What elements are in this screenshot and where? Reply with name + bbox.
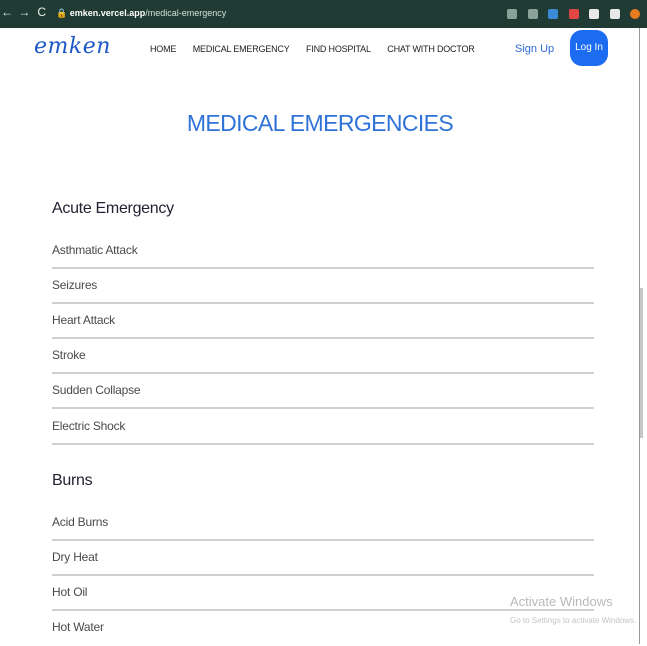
- list-item-label: Heart Attack: [52, 313, 115, 327]
- list-item-label: Dry Heat: [52, 550, 98, 564]
- list-item[interactable]: Seizures: [52, 269, 594, 304]
- activate-windows-subtitle: Go to Settings to activate Windows.: [510, 616, 637, 625]
- site-logo[interactable]: emken: [34, 34, 111, 59]
- extension-icon[interactable]: [568, 8, 579, 19]
- extensions-tray: [504, 5, 643, 23]
- list-item[interactable]: Electric Shock: [52, 410, 594, 445]
- url-host: emken.vercel.app: [69, 8, 146, 18]
- profile-avatar-icon[interactable]: [630, 8, 640, 19]
- url-path: /medical-emergency: [145, 8, 227, 18]
- list-item-label: Asthmatic Attack: [52, 243, 138, 257]
- page-title: MEDICAL EMERGENCIES: [186, 110, 454, 136]
- activate-windows-watermark: Activate Windows: [510, 594, 613, 609]
- sign-up-link[interactable]: Sign Up: [515, 43, 554, 55]
- main-nav: HOME MEDICAL EMERGENCY FIND HOSPITAL CHA…: [150, 44, 489, 54]
- lock-icon: 🔒: [56, 8, 68, 18]
- list-item-label: Sudden Collapse: [52, 383, 141, 397]
- address-bar[interactable]: 🔒 emken.vercel.app/medical-emergency: [56, 4, 476, 22]
- extension-icon[interactable]: [548, 8, 559, 19]
- list-item-label: Acid Burns: [52, 515, 109, 529]
- nav-home[interactable]: HOME: [150, 44, 176, 54]
- list-item[interactable]: Heart Attack: [52, 304, 594, 339]
- share-icon[interactable]: [507, 8, 518, 19]
- list-item[interactable]: Stroke: [52, 339, 594, 374]
- bookmark-star-icon[interactable]: [527, 8, 538, 19]
- scrollbar[interactable]: [640, 288, 643, 438]
- list-item-label: Seizures: [52, 278, 98, 292]
- list-item-label: Electric Shock: [52, 419, 126, 433]
- nav-chat-with-doctor[interactable]: CHAT WITH DOCTOR: [387, 44, 474, 54]
- list-item-label: Stroke: [52, 348, 86, 362]
- window-icon[interactable]: [609, 8, 620, 19]
- section-title-burns: Burns: [52, 472, 93, 489]
- list-item-label: Hot Oil: [52, 585, 88, 599]
- list-item[interactable]: Sudden Collapse: [52, 374, 594, 409]
- list-item[interactable]: Dry Heat: [52, 541, 594, 576]
- list-item-label: Hot Water: [52, 620, 104, 634]
- reload-icon[interactable]: C: [35, 5, 49, 19]
- browser-toolbar: ← → C 🔒 emken.vercel.app/medical-emergen…: [0, 0, 647, 28]
- browser-nav: ← → C: [0, 5, 49, 19]
- forward-arrow-icon[interactable]: →: [17, 5, 31, 19]
- list-item[interactable]: Asthmatic Attack: [52, 234, 594, 269]
- puzzle-icon[interactable]: [589, 8, 600, 19]
- nav-find-hospital[interactable]: FIND HOSPITAL: [306, 44, 371, 54]
- back-arrow-icon[interactable]: ←: [0, 5, 14, 19]
- log-in-button[interactable]: Log In: [570, 30, 608, 66]
- section-title-acute: Acute Emergency: [52, 200, 174, 217]
- nav-medical-emergency[interactable]: MEDICAL EMERGENCY: [193, 44, 290, 54]
- list-item[interactable]: Acid Burns: [52, 506, 594, 541]
